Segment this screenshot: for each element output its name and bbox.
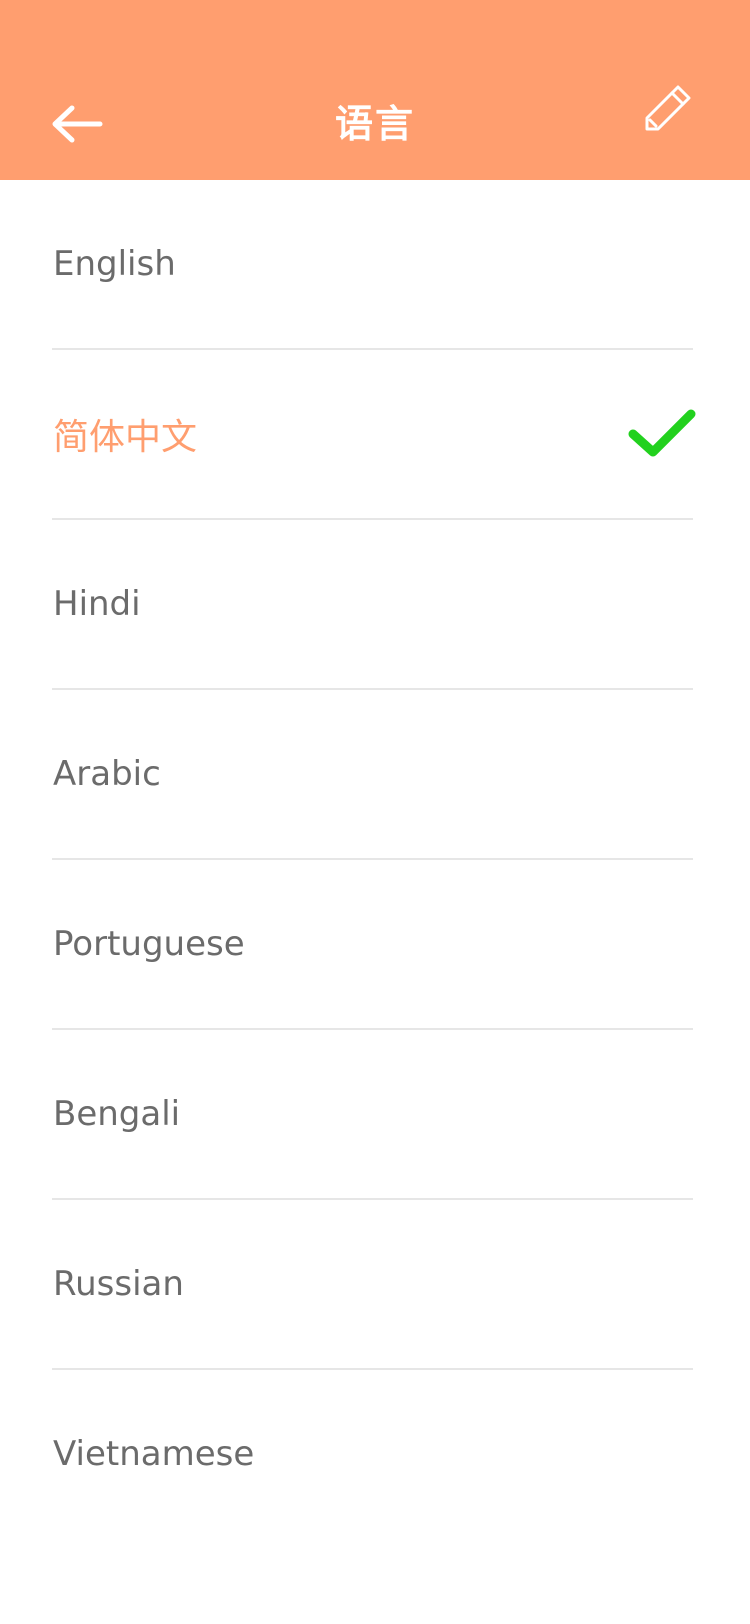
- language-item-hindi[interactable]: Hindi: [52, 520, 693, 690]
- edit-button[interactable]: [638, 78, 698, 138]
- language-label: English: [53, 244, 176, 284]
- app-header: 语言: [0, 0, 750, 180]
- language-item-arabic[interactable]: Arabic: [52, 690, 693, 860]
- language-label: Russian: [53, 1264, 184, 1304]
- language-label: Bengali: [53, 1094, 181, 1134]
- pencil-icon: [645, 85, 691, 131]
- language-list: English 简体中文 Hindi Arabic Portuguese Ben…: [0, 180, 750, 1538]
- language-item-vietnamese[interactable]: Vietnamese: [52, 1370, 693, 1538]
- language-item-bengali[interactable]: Bengali: [52, 1030, 693, 1200]
- language-item-english[interactable]: English: [52, 180, 693, 350]
- language-item-simplified-chinese[interactable]: 简体中文: [52, 350, 696, 520]
- language-label: Vietnamese: [53, 1434, 255, 1474]
- language-label: Portuguese: [53, 924, 245, 964]
- language-label: 简体中文: [53, 417, 198, 458]
- language-label: Arabic: [53, 754, 161, 794]
- language-label: Hindi: [53, 584, 141, 624]
- checkmark-icon: [628, 409, 696, 457]
- language-item-portuguese[interactable]: Portuguese: [52, 860, 693, 1030]
- language-item-russian[interactable]: Russian: [52, 1200, 693, 1370]
